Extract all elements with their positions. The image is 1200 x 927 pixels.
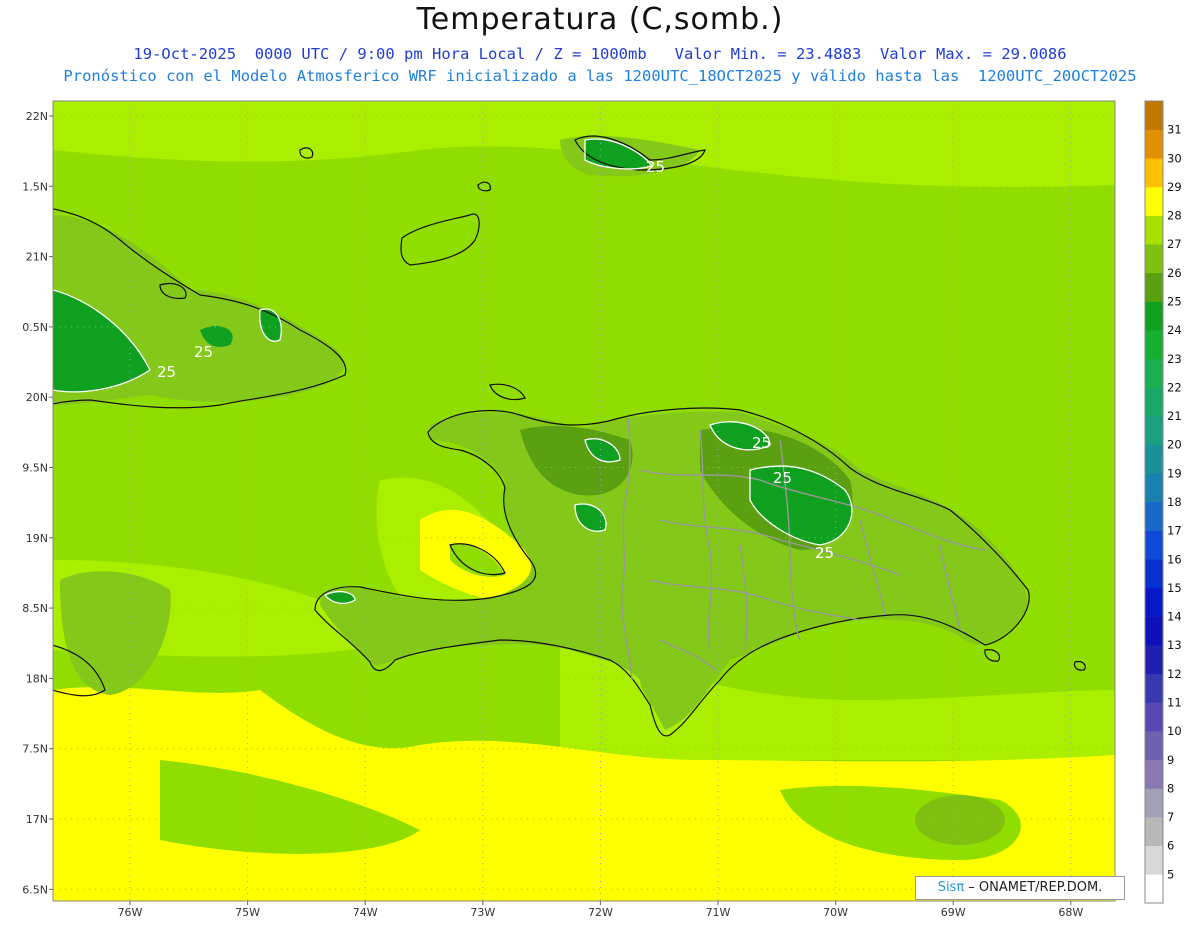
colorbar-label: 23 <box>1167 352 1182 366</box>
longitude-axis: 76W 75W 74W 73W 72W 71W 70W 69W 68W <box>118 901 1083 919</box>
lon-tick-label: 75W <box>235 906 260 919</box>
lat-tick-label: 17N <box>26 813 48 826</box>
colorbar-swatch <box>1145 215 1163 245</box>
contour-label: 25 <box>646 158 665 176</box>
colorbar-label: 22 <box>1167 380 1182 394</box>
lat-tick-label: 0.5N <box>22 321 48 334</box>
colorbar-label: 20 <box>1167 438 1182 452</box>
lon-tick-label: 70W <box>823 906 848 919</box>
colorbar-label: 12 <box>1167 667 1182 681</box>
colorbar-swatch <box>1145 645 1163 675</box>
colorbar-label: 7 <box>1167 810 1174 824</box>
colorbar-label: 19 <box>1167 466 1182 480</box>
colorbar-swatch <box>1145 272 1163 302</box>
lat-tick-label: 1.5N <box>22 180 48 193</box>
colorbar-label: 24 <box>1167 323 1182 337</box>
contour-label: 25 <box>752 434 771 452</box>
colorbar-label: 27 <box>1167 237 1182 251</box>
lat-tick-label: 22N <box>26 110 48 123</box>
lon-tick-label: 73W <box>470 906 495 919</box>
credit-box: Sisπ – ONAMET/REP.DOM. <box>915 876 1125 900</box>
colorbar: 5 6 7 8 9 10 11 12 13 14 15 16 17 18 19 20 21 22 23 24 25 26 2… <box>1144 100 1182 904</box>
colorbar-swatch <box>1145 101 1163 130</box>
colorbar-swatch <box>1145 387 1163 417</box>
lat-tick-label: 8.5N <box>22 602 48 615</box>
colorbar-swatch <box>1145 473 1163 503</box>
colorbar-swatch <box>1145 874 1163 904</box>
colorbar-label: 18 <box>1167 495 1182 509</box>
latitude-axis: 22N 1.5N 21N 0.5N 20N 9.5N 19N 8.5N 18N 7.5N 17N 6.… <box>22 110 53 896</box>
colorbar-label: 13 <box>1167 638 1182 652</box>
colorbar-label: 6 <box>1167 839 1174 853</box>
lat-tick-label: 9.5N <box>22 462 48 475</box>
jamaica-coast-2 <box>35 630 52 645</box>
lat-tick-label: 20N <box>26 391 48 404</box>
colorbar-swatch <box>1145 673 1163 703</box>
colorbar-swatch <box>1145 788 1163 818</box>
contour-label: 25 <box>194 343 213 361</box>
colorbar-swatch <box>1145 301 1163 331</box>
colorbar-label: 14 <box>1167 610 1182 624</box>
colorbar-label: 8 <box>1167 781 1174 795</box>
credit-text: – ONAMET/REP.DOM. <box>964 880 1103 895</box>
colorbar-label: 17 <box>1167 524 1182 538</box>
colorbar-label: 21 <box>1167 409 1182 423</box>
cool-spot-se <box>915 795 1005 845</box>
lat-tick-label: 18N <box>26 672 48 685</box>
contour-label: 25 <box>157 363 176 381</box>
colorbar-swatch <box>1145 587 1163 617</box>
lat-tick-label: 19N <box>26 532 48 545</box>
colorbar-swatch <box>1145 416 1163 446</box>
colorbar-swatch <box>1145 444 1163 474</box>
colorbar-label: 9 <box>1167 753 1174 767</box>
colorbar-label: 5 <box>1167 867 1174 881</box>
lon-tick-label: 68W <box>1058 906 1083 919</box>
colorbar-swatch <box>1145 358 1163 388</box>
colorbar-label: 10 <box>1167 724 1182 738</box>
colorbar-label: 11 <box>1167 696 1182 710</box>
colorbar-label: 26 <box>1167 266 1182 280</box>
colorbar-swatch <box>1145 731 1163 761</box>
colorbar-label: 15 <box>1167 581 1182 595</box>
lon-tick-label: 69W <box>941 906 966 919</box>
colorbar-swatch <box>1145 845 1163 875</box>
colorbar-swatch <box>1145 759 1163 789</box>
colorbar-label: 29 <box>1167 180 1182 194</box>
contour-label: 25 <box>815 544 834 562</box>
lon-tick-label: 71W <box>706 906 731 919</box>
colorbar-label: 25 <box>1167 295 1182 309</box>
colorbar-label: 31 <box>1167 123 1182 137</box>
lon-tick-label: 76W <box>118 906 143 919</box>
colorbar-swatch <box>1145 530 1163 560</box>
map-field: 25 25 25 25 25 25 <box>35 101 1115 901</box>
colorbar-label: 28 <box>1167 209 1182 223</box>
lon-tick-label: 72W <box>588 906 613 919</box>
colorbar-swatch <box>1145 158 1163 188</box>
lat-tick-label: 21N <box>26 251 48 264</box>
temperature-map: 25 25 25 25 25 25 22N 1.5N 21N 0.5N 20N 9.5N 1… <box>22 100 1182 919</box>
lat-tick-label: 6.5N <box>22 883 48 896</box>
colorbar-swatch <box>1145 502 1163 531</box>
colorbar-swatch <box>1145 817 1163 847</box>
lon-tick-label: 74W <box>353 906 378 919</box>
colorbar-swatch <box>1145 616 1163 646</box>
colorbar-swatch <box>1145 559 1163 589</box>
colorbar-swatch <box>1145 186 1163 216</box>
colorbar-swatch <box>1145 244 1163 274</box>
lat-tick-label: 7.5N <box>22 743 48 756</box>
sispi-logo: Sisπ <box>937 880 965 895</box>
colorbar-label: 16 <box>1167 552 1182 566</box>
colorbar-label: 30 <box>1167 151 1182 165</box>
contour-label: 25 <box>773 469 792 487</box>
colorbar-swatch <box>1145 129 1163 159</box>
colorbar-swatch <box>1145 330 1163 360</box>
colorbar-swatch <box>1145 702 1163 732</box>
